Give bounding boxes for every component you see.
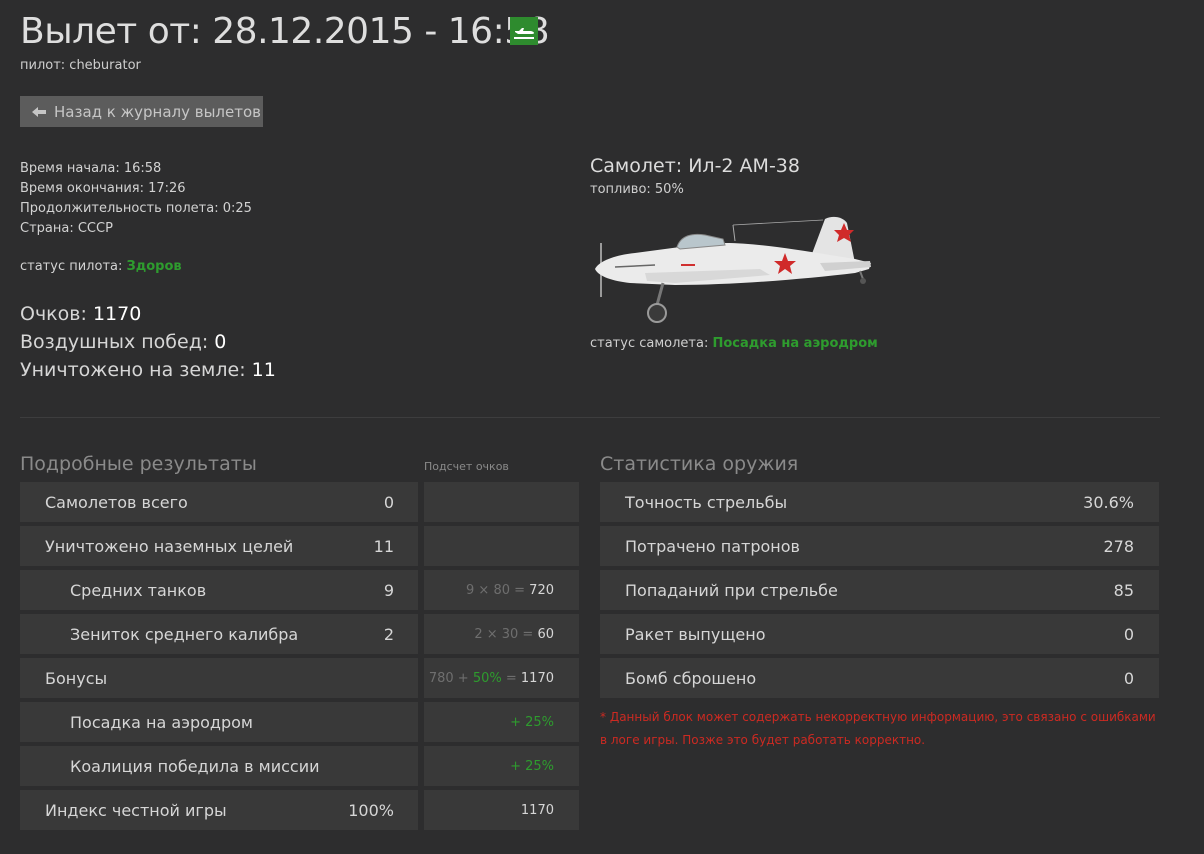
row-value: 2: [383, 624, 394, 644]
calc-formula: 9 × 80 =: [466, 582, 526, 598]
row-value: 0: [1123, 624, 1134, 644]
calc-cell-aa-guns: 2 × 30 = 60: [424, 614, 579, 654]
section-divider: [20, 417, 1160, 418]
calc-cell-medium-tanks: 9 × 80 = 720: [424, 570, 579, 610]
page-title: Вылет от: 28.12.2015 - 16:58: [20, 11, 550, 52]
weapon-row-hits: Попаданий при стрельбе 85: [600, 570, 1159, 610]
weapon-row-rockets: Ракет выпущено 0: [600, 614, 1159, 654]
result-row-airfield-landing: Посадка на аэродром: [20, 702, 418, 742]
row-label: Ракет выпущено: [625, 624, 766, 644]
calc-cell-coalition-won: + 25%: [424, 746, 579, 786]
calc-result: 720: [529, 582, 554, 598]
result-row-coalition-won: Коалиция победила в миссии: [20, 746, 418, 786]
ground-kills-line: Уничтожено на земле: 11: [20, 356, 276, 384]
weapon-row-ammo-spent: Потрачено патронов 278: [600, 526, 1159, 566]
points-value: 1170: [92, 303, 142, 325]
calc-bonus-percent: 50%: [472, 670, 502, 686]
score-summary: Очков: 1170 Воздушных побед: 0 Уничтожен…: [20, 300, 276, 384]
row-label: Уничтожено наземных целей: [45, 536, 294, 556]
pilot-status-label: статус пилота:: [20, 259, 123, 274]
row-value: 9: [383, 580, 394, 600]
back-button-label: Назад к журналу вылетов: [54, 102, 262, 121]
pilot-status: статус пилота: Здоров: [20, 259, 182, 274]
weapon-row-accuracy: Точность стрельбы 30.6%: [600, 482, 1159, 522]
flight-info: Время начала: 16:58 Время окончания: 17:…: [20, 159, 252, 239]
pilot-status-value: Здоров: [126, 259, 182, 274]
calc-result: 1170: [520, 670, 554, 686]
back-to-log-button[interactable]: Назад к журналу вылетов: [20, 96, 263, 127]
row-label: Индекс честной игры: [45, 800, 227, 820]
start-time: Время начала: 16:58: [20, 161, 162, 176]
calc-cell-fair-play: 1170: [424, 790, 579, 830]
plane-status-value: Посадка на аэродром: [712, 336, 878, 351]
weapons-heading: Статистика оружия: [600, 453, 799, 475]
row-label: Посадка на аэродром: [70, 712, 253, 732]
row-label: Самолетов всего: [45, 492, 188, 512]
country: Страна: СССР: [20, 221, 113, 236]
result-row-aa-guns: Зениток среднего калибра 2: [20, 614, 418, 654]
calc-result: 1170: [520, 802, 554, 818]
result-row-medium-tanks: Средних танков 9: [20, 570, 418, 610]
plane-name: Самолет: Ил-2 АМ-38: [590, 155, 800, 177]
points-line: Очков: 1170: [20, 300, 276, 328]
row-value: 11: [373, 536, 394, 556]
fuel-level: топливо: 50%: [590, 182, 684, 197]
row-value: 278: [1103, 536, 1134, 556]
row-label: Средних танков: [70, 580, 207, 600]
calc-result: 60: [537, 626, 554, 642]
result-row-bonuses: Бонусы: [20, 658, 418, 698]
result-row-fair-play-index: Индекс честной игры 100%: [20, 790, 418, 830]
pilot-name: пилот: cheburator: [20, 58, 141, 73]
calc-equals: =: [505, 670, 517, 686]
result-row-planes-total: Самолетов всего 0: [20, 482, 418, 522]
calc-formula: 2 × 30 =: [474, 626, 534, 642]
air-wins-value: 0: [214, 331, 227, 353]
row-label: Попаданий при стрельбе: [625, 580, 838, 600]
arrow-left-icon: [32, 106, 46, 117]
air-wins-line: Воздушных побед: 0: [20, 328, 276, 356]
row-value: 0: [383, 492, 394, 512]
row-label: Зениток среднего калибра: [70, 624, 299, 644]
result-row-ground-targets: Уничтожено наземных целей 11: [20, 526, 418, 566]
calc-bonus-percent: + 25%: [510, 758, 554, 774]
ground-kills-label: Уничтожено на земле:: [20, 359, 246, 381]
flight-duration: Продолжительность полета: 0:25: [20, 201, 252, 216]
row-label: Бомб сброшено: [625, 668, 757, 688]
plane-status: статус самолета: Посадка на аэродром: [590, 336, 878, 351]
row-value: 100%: [348, 800, 394, 820]
score-calc-heading: Подсчет очков: [424, 460, 509, 473]
calc-cell-airfield-landing: + 25%: [424, 702, 579, 742]
calc-formula: 780 +: [428, 670, 469, 686]
row-label: Потрачено патронов: [625, 536, 800, 556]
row-label: Бонусы: [45, 668, 108, 688]
end-time: Время окончания: 17:26: [20, 181, 186, 196]
calc-cell: [424, 482, 579, 522]
weapon-row-bombs: Бомб сброшено 0: [600, 658, 1159, 698]
air-wins-label: Воздушных побед:: [20, 331, 209, 353]
row-value: 85: [1113, 580, 1134, 600]
plane-status-label: статус самолета:: [590, 336, 709, 351]
row-value: 30.6%: [1083, 492, 1134, 512]
calc-bonus-percent: + 25%: [510, 714, 554, 730]
row-label: Коалиция победила в миссии: [70, 756, 320, 776]
row-label: Точность стрельбы: [625, 492, 788, 512]
landing-plane-icon: [510, 17, 538, 45]
results-heading: Подробные результаты: [20, 453, 257, 475]
weapons-disclaimer: * Данный блок может содержать некорректн…: [600, 710, 1156, 747]
calc-cell: [424, 526, 579, 566]
plane-image: [585, 205, 885, 330]
calc-cell-bonuses: 780 + 50% = 1170: [424, 658, 579, 698]
row-value: 0: [1123, 668, 1134, 688]
ground-kills-value: 11: [251, 359, 276, 381]
points-label: Очков:: [20, 303, 87, 325]
